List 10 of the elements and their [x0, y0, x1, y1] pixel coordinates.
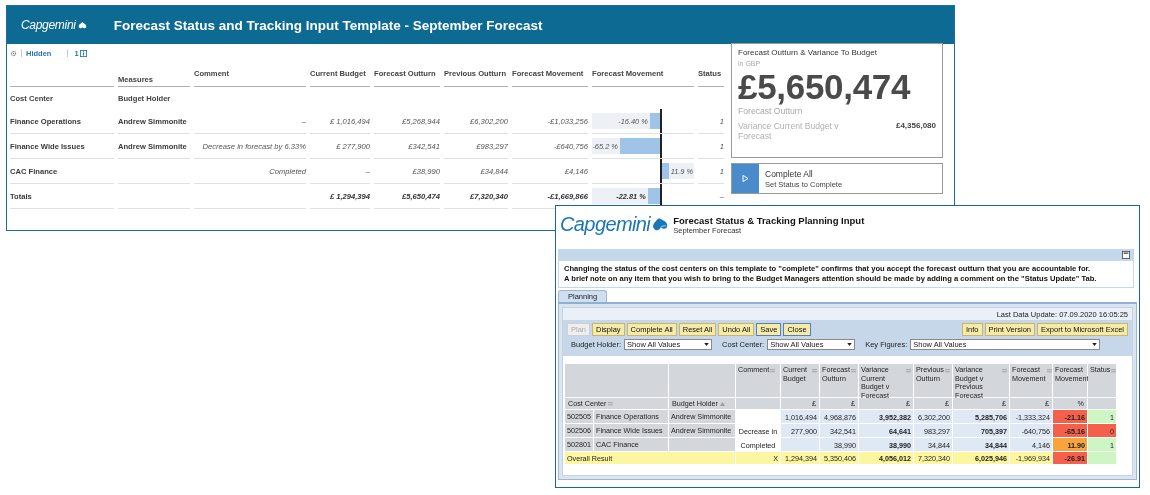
kpi-label: Forecast Outturn: [738, 106, 804, 116]
window-title: Forecast Status & Tracking Planning Input: [673, 214, 865, 226]
variance-label: Variance Current Budget v Forecast: [738, 121, 840, 141]
variance-value: £4,356,080: [895, 121, 936, 132]
kpi-value: £5,650,474: [738, 69, 912, 105]
action-title: Complete All: [765, 168, 814, 179]
logo: Capgemini: [21, 18, 76, 32]
card-title: Forecast Outturn & Variance To Budget: [738, 48, 878, 57]
window-title: Forecast Status and Tracking Input Template - September Forecast: [113, 17, 543, 33]
logo: Capgemini: [560, 213, 651, 236]
